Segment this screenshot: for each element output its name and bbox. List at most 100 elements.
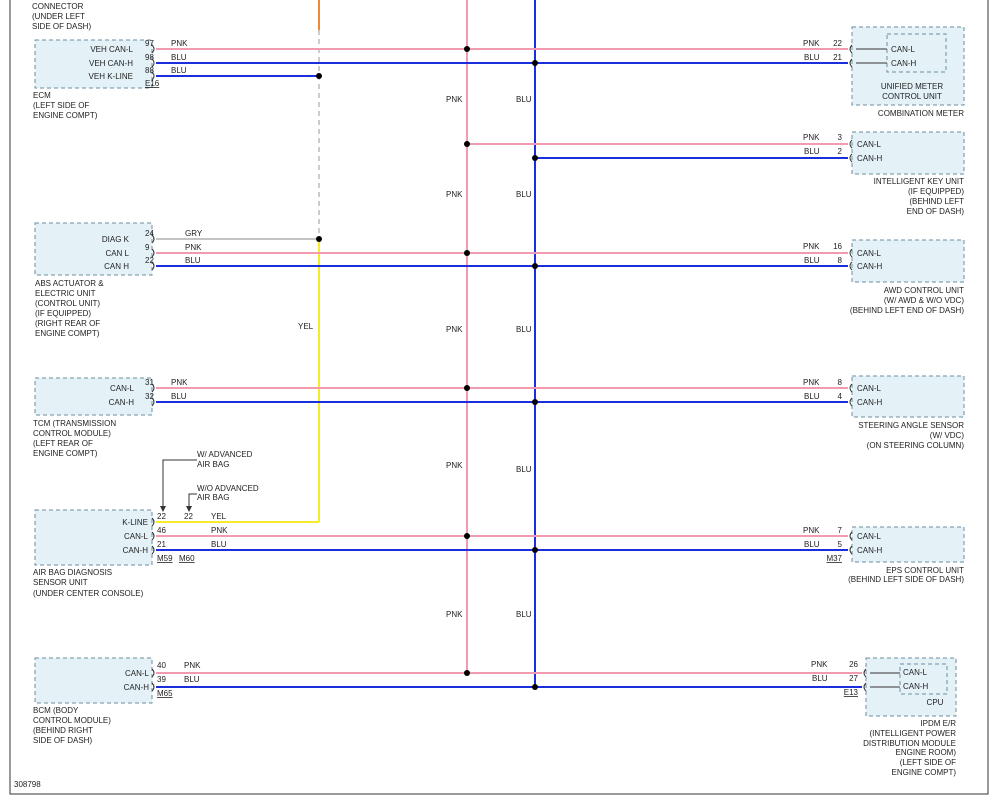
wire-color-label: PNK (171, 378, 188, 387)
tcm-pin-num: 31 (145, 378, 154, 387)
abs-name-l5: (RIGHT REAR OF (35, 319, 100, 328)
steering-name-l1: STEERING ANGLE SENSOR (858, 421, 964, 430)
trunk-yel-label: YEL (298, 322, 314, 331)
wire-color-label: PNK (803, 133, 820, 142)
trunk-blu-label: BLU (516, 95, 532, 104)
airbag-pin-num: 21 (157, 540, 166, 549)
wire-color-label: BLU (812, 674, 828, 683)
ecm-pin-label: VEH K-LINE (89, 72, 133, 81)
meter-inner-l1: UNIFIED METER (881, 82, 943, 91)
ipdm-name-l2: (INTELLIGENT POWER (869, 729, 956, 738)
abs-name-l1: ABS ACTUATOR & (35, 279, 104, 288)
wire-color-label: PNK (803, 526, 820, 535)
tcm-box[interactable] (34, 377, 153, 416)
ecm-pin-num: 97 (145, 39, 154, 48)
ecm-pin-label: VEH CAN-L (90, 45, 133, 54)
ipdm-name-l4: ENGINE ROOM) (896, 748, 957, 757)
wire-color-label: PNK (184, 661, 201, 670)
ecm-name-l1: ECM (33, 91, 51, 100)
meter-inner-l2: CONTROL UNIT (882, 92, 942, 101)
advanced-airbag-leader (162, 459, 197, 510)
abs-pin-num: 24 (145, 229, 154, 238)
wire-color-label: BLU (171, 392, 187, 401)
awd-name-l1: AWD CONTROL UNIT (884, 286, 964, 295)
eps-pin-num: 5 (838, 540, 843, 549)
wire-color-label: BLU (211, 540, 227, 549)
wire-color-label: PNK (803, 378, 820, 387)
wire-color-label: PNK (171, 39, 188, 48)
junction-dot (464, 46, 470, 52)
junction-dot (532, 399, 538, 405)
connector-label-l2: (UNDER LEFT (32, 12, 85, 21)
trunk-pnk-label: PNK (446, 95, 463, 104)
bcm-connector-id: M65 (157, 689, 173, 698)
airbag-note2-l1: W/O ADVANCED (197, 484, 259, 493)
bcm-pin-num: 39 (157, 675, 166, 684)
keyunit-pin-num: 2 (838, 147, 843, 156)
wire-color-label: BLU (171, 66, 187, 75)
airbag-note1-l2: AIR BAG (197, 460, 229, 469)
keyunit-name-l1: INTELLIGENT KEY UNIT (874, 177, 965, 186)
trunk-blu-label: BLU (516, 325, 532, 334)
meter-pin-label: CAN-H (891, 59, 917, 68)
ecm-name-l2: (LEFT SIDE OF (33, 101, 89, 110)
airbag-pin-num: 46 (157, 526, 166, 535)
keyunit-name-l4: END OF DASH) (907, 207, 965, 216)
trunk-pnk-label: PNK (446, 325, 463, 334)
junction-dot (464, 250, 470, 256)
keyunit-box[interactable] (851, 131, 965, 175)
eps-pin-label: CAN-L (857, 532, 882, 541)
awd-name-l2: (W/ AWD & W/O VDC) (884, 296, 964, 305)
ecm-pin-label: VEH CAN-H (89, 59, 133, 68)
keyunit-pin-num: 3 (838, 133, 843, 142)
airbag-name-l3: (UNDER CENTER CONSOLE) (33, 589, 144, 598)
wire-color-label: BLU (185, 256, 201, 265)
abs-box[interactable] (34, 222, 153, 276)
diagram-canvas: CONNECTOR (UNDER LEFT SIDE OF DASH) VEH … (9, 0, 989, 795)
ipdm-pin-label: CAN-H (903, 682, 929, 691)
bcm-box[interactable] (34, 657, 153, 704)
airbag-name-l2: SENSOR UNIT (33, 578, 88, 587)
junction-dot (464, 385, 470, 391)
ipdm-connector-id: E13 (844, 688, 859, 697)
meter-pin-num: 21 (833, 53, 842, 62)
tcm-pin-label: CAN-H (109, 398, 135, 407)
meter-name: COMBINATION METER (878, 109, 964, 118)
junction-dot (464, 670, 470, 676)
awd-pin-num: 16 (833, 242, 842, 251)
wire-color-label: PNK (211, 526, 228, 535)
awd-box[interactable] (851, 239, 965, 283)
ecm-pin-num: 98 (145, 53, 154, 62)
steering-pin-num: 4 (838, 392, 843, 401)
meter-pin-num: 22 (833, 39, 842, 48)
steering-box[interactable] (851, 375, 965, 418)
wire-color-label: BLU (804, 53, 820, 62)
awd-pin-num: 8 (838, 256, 843, 265)
wire-color-label: BLU (804, 392, 820, 401)
wire-color-label: BLU (804, 256, 820, 265)
airbag-kline-num-b: 22 (184, 512, 193, 521)
airbag-pin-label: CAN-H (123, 546, 149, 555)
steering-pin-label: CAN-L (857, 384, 882, 393)
trunk-blu-label: BLU (516, 610, 532, 619)
ipdm-inner-label: CPU (927, 698, 944, 707)
ecm-pin-num: 88 (145, 66, 154, 75)
trunk-pnk-label: PNK (446, 190, 463, 199)
bcm-name-l3: (BEHIND RIGHT (33, 726, 93, 735)
tcm-pin-label: CAN-L (110, 384, 135, 393)
bcm-pin-label: CAN-L (125, 669, 150, 678)
wire-color-label: BLU (184, 675, 200, 684)
airbag-kline-num-a: 22 (157, 512, 166, 521)
eps-connector-id: M37 (826, 554, 842, 563)
wire-color-label: BLU (804, 540, 820, 549)
airbag-note2-l2: AIR BAG (197, 493, 229, 502)
drawing-id: 308798 (14, 780, 41, 789)
tcm-name-l4: ENGINE COMPT) (33, 449, 98, 458)
awd-name-l3: (BEHIND LEFT END OF DASH) (850, 306, 964, 315)
airbag-connector-id: M60 (179, 554, 195, 563)
tcm-name-l3: (LEFT REAR OF (33, 439, 93, 448)
ipdm-pin-label: CAN-L (903, 668, 928, 677)
awd-pin-label: CAN-H (857, 262, 883, 271)
bcm-pin-num: 40 (157, 661, 166, 670)
airbag-connector-id: M59 (157, 554, 173, 563)
